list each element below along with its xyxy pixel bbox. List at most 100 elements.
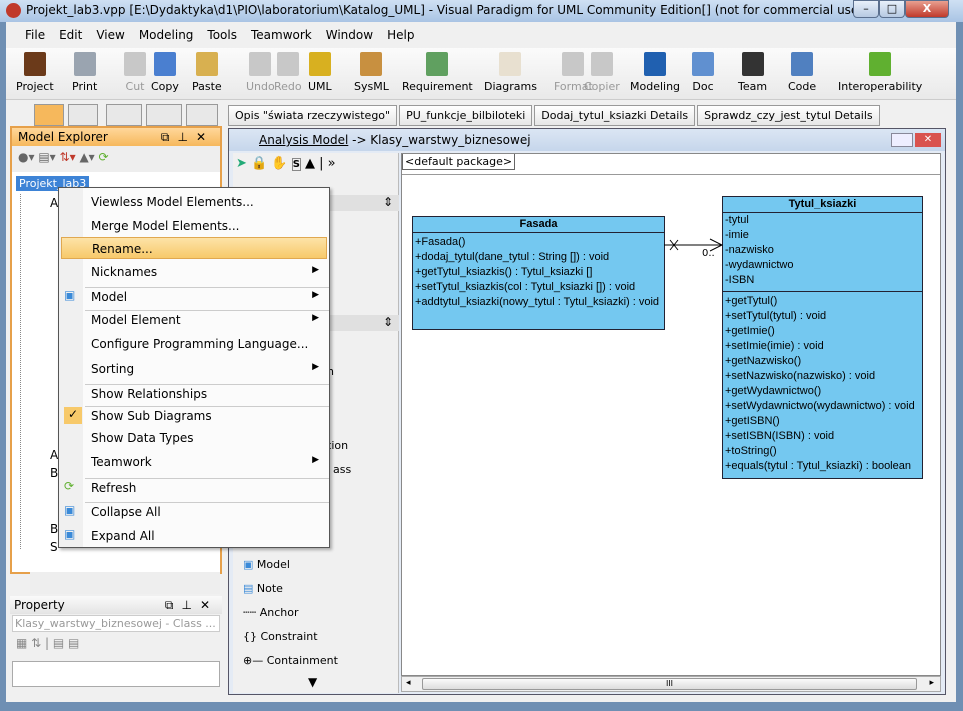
property-selector[interactable]: Klasy_warstwy_biznesowej - Class ... — [12, 615, 220, 632]
collapse-icon[interactable]: ▤▾ — [38, 150, 55, 164]
tab-logical-view[interactable] — [146, 104, 182, 126]
menu-help[interactable]: Help — [380, 24, 421, 46]
class-attribute[interactable]: -ISBN — [723, 273, 922, 288]
property-tabs[interactable] — [30, 572, 220, 594]
palette-scroll-down-icon[interactable]: ▼ — [308, 675, 317, 689]
new-model-icon[interactable]: ●▾ — [18, 150, 35, 164]
menu-item-refresh[interactable]: Refresh ⟳ — [61, 477, 327, 499]
class-operation[interactable]: +Fasada() — [413, 235, 664, 250]
close-diagram-button[interactable]: ✕ — [915, 133, 941, 147]
class-attribute[interactable]: -nazwisko — [723, 243, 922, 258]
minimize-button[interactable]: – — [853, 0, 879, 18]
palette-toolbar[interactable]: ➤ 🔒 ✋ S ▲ | » — [233, 153, 398, 175]
menu-item-model-element[interactable]: Model Element ▶ — [61, 309, 327, 331]
class-attribute[interactable]: -wydawnictwo — [723, 258, 922, 273]
toolbar-copy-button[interactable]: Copy — [151, 52, 179, 93]
palette-note[interactable]: ▤ Note — [243, 582, 283, 595]
menu-view[interactable]: View — [89, 24, 131, 46]
toolbar-diagrams-button[interactable]: Diagrams — [484, 52, 537, 93]
class-tytul-ksiazki[interactable]: Tytul_ksiazki -tytul -imie -nazwisko -wydawn… — [722, 196, 923, 479]
class-operation[interactable]: +setNazwisko(nazwisko) : void — [723, 369, 922, 384]
menu-item-model[interactable]: Model ▶ ▣ — [61, 286, 327, 308]
palette-model[interactable]: ▣ Model — [243, 558, 290, 571]
toolbar-print-button[interactable]: Print — [72, 52, 97, 93]
menu-item-sorting[interactable]: Sorting ▶ — [61, 358, 327, 380]
tree-item[interactable]: B — [50, 522, 58, 536]
class-operation[interactable]: +getTytul() — [723, 294, 922, 309]
menu-item-rename[interactable]: Rename... — [61, 237, 327, 259]
toolbar-copier-button[interactable]: Copier — [584, 52, 620, 93]
tree-item[interactable]: S — [50, 540, 58, 554]
class-operation[interactable]: +getISBN() — [723, 414, 922, 429]
tree-item[interactable]: B — [50, 466, 58, 480]
class-operation[interactable]: +setISBN(ISBN) : void — [723, 429, 922, 444]
palette-item[interactable]: tion — [327, 439, 348, 452]
scroll-right-icon[interactable]: ▸ — [929, 678, 934, 688]
doc-tab[interactable]: Sprawdz_czy_jest_tytul Details — [697, 105, 880, 126]
class-fasada[interactable]: Fasada +Fasada() +dodaj_tytul(dane_tytul :… — [412, 216, 665, 330]
menu-item-show-relationships[interactable]: Show Relationships — [61, 383, 327, 405]
tab-model-explorer[interactable] — [34, 104, 64, 126]
tree-item[interactable]: A — [50, 196, 58, 210]
breadcrumb-link[interactable]: Analysis Model — [259, 133, 348, 147]
toolbar-sysml-button[interactable]: SysML — [354, 52, 389, 93]
toolbar-cut-button[interactable]: Cut — [124, 52, 146, 93]
toolbar-code-button[interactable]: Code — [788, 52, 816, 93]
class-operation[interactable]: +getWydawnictwo() — [723, 384, 922, 399]
class-operation[interactable]: +setWydawnictwo(wydawnictwo) : void — [723, 399, 922, 414]
class-operation[interactable]: +setTytul_ksiazkis(col : Tytul_ksiazki [… — [413, 280, 664, 295]
tab-search[interactable] — [186, 104, 218, 126]
horizontal-scrollbar[interactable]: ◂ III ▸ — [401, 676, 941, 692]
menu-edit[interactable]: Edit — [52, 24, 89, 46]
class-operation[interactable]: +getNazwisko() — [723, 354, 922, 369]
toolbar-project-button[interactable]: Project — [16, 52, 54, 93]
menu-item-configure-programming-language[interactable]: Configure Programming Language... — [61, 333, 327, 355]
toolbar-modeling-button[interactable]: Modeling — [630, 52, 680, 93]
up-icon[interactable]: ▲▾ — [79, 150, 94, 164]
association-line[interactable] — [664, 234, 724, 264]
palette-anchor[interactable]: ┄┄ Anchor — [243, 606, 299, 619]
toolbar-interoperability-button[interactable]: Interoperability — [838, 52, 922, 93]
class-operation[interactable]: +setImie(imie) : void — [723, 339, 922, 354]
menu-item-expand-all[interactable]: Expand All ▣ — [61, 525, 327, 547]
tab-diagram-navigator[interactable] — [68, 104, 98, 126]
scroll-left-icon[interactable]: ◂ — [406, 678, 411, 688]
menu-teamwork[interactable]: Teamwork — [244, 24, 319, 46]
toolbar-redo-button[interactable]: Redo — [274, 52, 302, 93]
tree-item[interactable]: A — [50, 448, 58, 462]
maximize-button[interactable]: □ — [879, 0, 905, 18]
doc-tab[interactable]: PU_funkcje_bilbiloteki — [399, 105, 533, 126]
sort-icon[interactable]: ⇅▾ — [60, 150, 76, 164]
restore-button[interactable] — [891, 133, 913, 147]
scroll-thumb[interactable]: III — [422, 678, 917, 690]
package-tab[interactable]: <default package> — [402, 154, 516, 170]
menu-item-nicknames[interactable]: Nicknames ▶ — [61, 261, 327, 283]
doc-tab[interactable]: Dodaj_tytul_ksiazki Details — [534, 105, 696, 126]
class-operation[interactable]: +getTytul_ksiazkis() : Tytul_ksiazki [] — [413, 265, 664, 280]
panel-window-controls[interactable]: ⧉⊥✕ — [161, 130, 214, 145]
menu-file[interactable]: File — [18, 24, 52, 46]
menu-item-show-sub-diagrams[interactable]: Show Sub Diagrams ✓ — [61, 405, 327, 427]
class-operation[interactable]: +toString() — [723, 444, 922, 459]
palette-constraint[interactable]: {} Constraint — [243, 630, 318, 643]
toolbar-uml-button[interactable]: UML — [308, 52, 332, 93]
toolbar-team-button[interactable]: Team — [738, 52, 767, 93]
menu-window[interactable]: Window — [319, 24, 380, 46]
class-operation[interactable]: +equals(tytul : Tytul_ksiazki) : boolean — [723, 459, 922, 474]
menu-modeling[interactable]: Modeling — [132, 24, 201, 46]
toolbar-doc-button[interactable]: Doc — [692, 52, 714, 93]
class-operation[interactable]: +getImie() — [723, 324, 922, 339]
toolbar-paste-button[interactable]: Paste — [192, 52, 222, 93]
doc-tab[interactable]: Opis "świata rzeczywistego" — [228, 105, 398, 126]
property-toolbar[interactable]: ▦ ⇅ | ▤ ▤ — [10, 633, 222, 657]
class-attribute[interactable]: -imie — [723, 228, 922, 243]
diagram-canvas[interactable]: <default package> Fasada +Fasada() +dodaj_… — [401, 153, 941, 676]
menu-item-viewless-model-elements[interactable]: Viewless Model Elements... — [61, 191, 327, 213]
menu-item-show-data-types[interactable]: Show Data Types — [61, 427, 327, 449]
toolbar-requirement-button[interactable]: Requirement — [402, 52, 473, 93]
close-button[interactable]: X — [905, 0, 949, 18]
panel-window-controls[interactable]: ⧉⊥✕ — [165, 598, 218, 613]
class-attribute[interactable]: -tytul — [723, 213, 922, 228]
class-operation[interactable]: +setTytul(tytul) : void — [723, 309, 922, 324]
menu-item-merge-model-elements[interactable]: Merge Model Elements... — [61, 215, 327, 237]
